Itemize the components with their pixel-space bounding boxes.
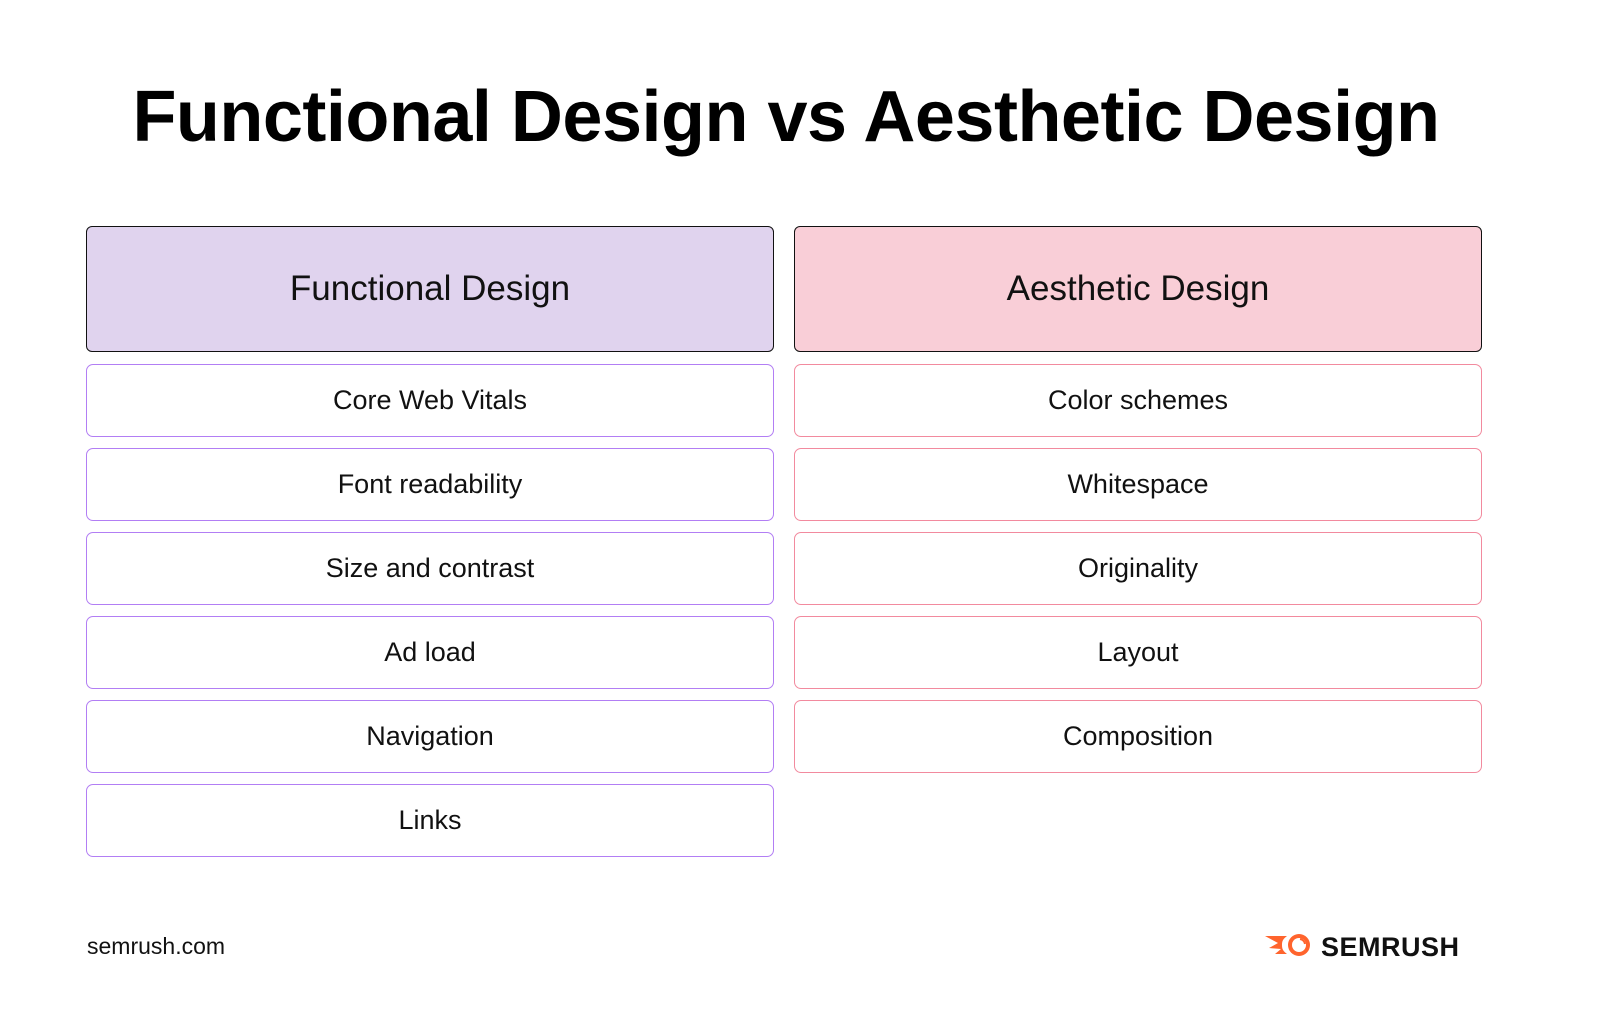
list-item: Ad load — [86, 616, 774, 689]
list-item: Font readability — [86, 448, 774, 521]
functional-design-list: Core Web Vitals Font readability Size an… — [86, 364, 774, 857]
functional-design-header: Functional Design — [86, 226, 774, 352]
list-item: Color schemes — [794, 364, 1482, 437]
brand-name: SEMRUSH — [1321, 932, 1460, 962]
list-item: Navigation — [86, 700, 774, 773]
aesthetic-design-header: Aesthetic Design — [794, 226, 1482, 352]
list-item: Links — [86, 784, 774, 857]
footer-site-url: semrush.com — [87, 933, 226, 959]
list-item: Size and contrast — [86, 532, 774, 605]
list-item: Layout — [794, 616, 1482, 689]
list-item: Originality — [794, 532, 1482, 605]
list-item: Whitespace — [794, 448, 1482, 521]
aesthetic-design-list: Color schemes Whitespace Originality Lay… — [794, 364, 1482, 773]
semrush-fireball-icon — [1265, 930, 1317, 965]
list-item: Core Web Vitals — [86, 364, 774, 437]
page-title: Functional Design vs Aesthetic Design — [132, 77, 1440, 157]
functional-design-column: Functional Design Core Web Vitals Font r… — [86, 226, 774, 857]
aesthetic-design-column: Aesthetic Design Color schemes Whitespac… — [794, 226, 1482, 773]
list-item: Composition — [794, 700, 1482, 773]
brand-logo: SEMRUSH — [1265, 930, 1460, 965]
